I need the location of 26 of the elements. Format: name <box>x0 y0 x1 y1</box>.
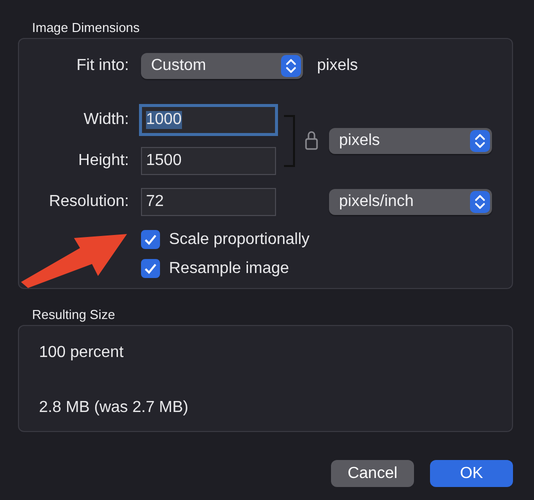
stepper-icon <box>470 191 490 213</box>
checkbox[interactable] <box>141 259 160 278</box>
stepper-icon <box>470 130 490 152</box>
unit-popup[interactable]: pixels <box>329 128 492 154</box>
unit-label: pixels <box>317 57 358 75</box>
section-title: Resulting Size <box>32 307 116 322</box>
input-field[interactable]: 1000 <box>141 106 276 134</box>
checkmark-icon <box>144 234 157 245</box>
fit-into-popup[interactable]: Custom <box>141 53 303 79</box>
result-text: 100 percent <box>39 344 125 362</box>
unit-popup[interactable]: pixels/inch <box>329 189 492 215</box>
checkbox[interactable] <box>141 230 160 249</box>
stepper-icon <box>281 55 301 77</box>
field-label: Width: <box>82 111 130 129</box>
result-text: 2.8 MB (was 2.7 MB) <box>39 399 190 417</box>
field-label: Fit into: <box>76 57 130 75</box>
checkmark-icon <box>144 263 157 274</box>
section-title: Image Dimensions <box>32 20 141 35</box>
checkbox-label: Resample image <box>169 260 290 278</box>
checkbox-label: Scale proportionally <box>169 230 310 248</box>
dialog-button[interactable]: Cancel <box>331 460 414 487</box>
input-field[interactable]: 72 <box>141 188 276 216</box>
field-label: Height: <box>77 152 130 170</box>
dialog-button[interactable]: OK <box>430 460 513 487</box>
field-label: Resolution: <box>48 193 130 211</box>
input-field[interactable]: 1500 <box>141 147 276 175</box>
